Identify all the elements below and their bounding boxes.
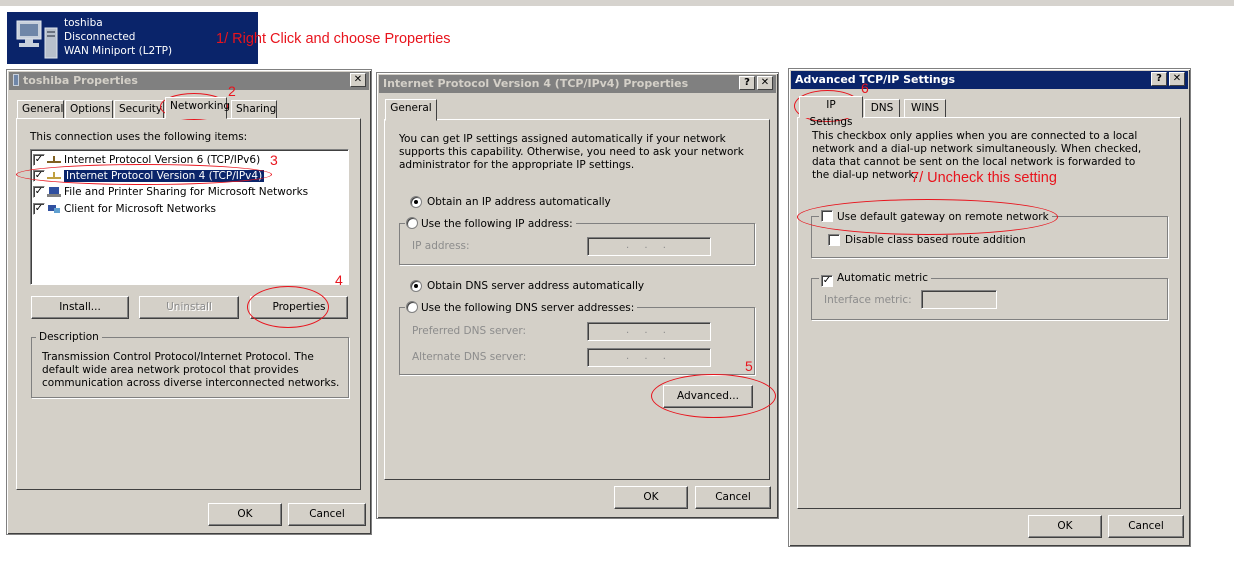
window-title: Internet Protocol Version 4 (TCP/IPv4) P… [383, 77, 689, 90]
use-dns-legend: Use the following DNS server addresses: [405, 301, 638, 315]
ip-address-label: IP address: [412, 240, 470, 252]
protocol-icon [47, 156, 61, 163]
advanced-tcpip-window: Advanced TCP/IP Settings ? ✕ IP Settings… [788, 68, 1191, 547]
window-title: Advanced TCP/IP Settings [795, 73, 956, 86]
list-item-file-printer-sharing[interactable]: ✓ File and Printer Sharing for Microsoft … [33, 184, 308, 200]
cancel-button[interactable]: Cancel [1108, 515, 1184, 538]
automatic-metric-checkbox[interactable]: ✓ [821, 275, 833, 287]
service-icon [47, 187, 61, 197]
connection-name: toshiba [64, 17, 103, 29]
file-sharing-checkbox[interactable]: ✓ [33, 186, 45, 198]
annotation-step-7: 7/ Uncheck this setting [911, 170, 1057, 186]
install-button[interactable]: Install... [31, 296, 129, 319]
help-button[interactable]: ? [1151, 72, 1167, 86]
use-ip-radio[interactable] [406, 217, 418, 229]
alternate-dns-field: . . . [587, 348, 711, 367]
tab-ip-settings[interactable]: IP Settings [799, 96, 863, 128]
obtain-ip-radio[interactable] [410, 196, 422, 208]
use-ip-label: Use the following IP address: [421, 218, 573, 230]
preferred-dns-field: . . . [587, 322, 711, 341]
close-button[interactable]: ✕ [757, 76, 773, 90]
obtain-dns-label: Obtain DNS server address automatically [427, 280, 645, 292]
network-icon [13, 74, 19, 86]
annotation-step-4: 4 [335, 272, 343, 288]
tab-general[interactable]: General [385, 99, 437, 121]
preferred-dns-label: Preferred DNS server: [412, 325, 527, 337]
connection-device: WAN Miniport (L2TP) [64, 45, 173, 57]
highlight-ipv4-item [16, 164, 272, 185]
alternate-dns-label: Alternate DNS server: [412, 351, 527, 363]
ip-address-field: . . . [587, 237, 711, 256]
ok-button[interactable]: OK [1028, 515, 1102, 538]
client-checkbox[interactable]: ✓ [33, 203, 45, 215]
annotation-step-2: 2 [228, 83, 236, 99]
title-bar: Advanced TCP/IP Settings [791, 71, 1188, 89]
use-dns-radio[interactable] [406, 301, 418, 313]
use-dns-label: Use the following DNS server addresses: [421, 302, 635, 314]
cancel-button[interactable]: Cancel [695, 486, 771, 509]
top-strip [0, 0, 1234, 6]
client-icon [48, 205, 60, 213]
description-title: Description [36, 331, 102, 344]
obtain-dns-radio[interactable] [410, 280, 422, 292]
connection-status: Disconnected [64, 31, 136, 43]
tab-networking[interactable]: Networking [165, 97, 230, 119]
help-button[interactable]: ? [739, 76, 755, 90]
ipv4-properties-window: Internet Protocol Version 4 (TCP/IPv4) P… [376, 72, 779, 519]
title-bar: toshiba Properties [9, 72, 369, 90]
close-button[interactable]: ✕ [350, 73, 366, 87]
highlight-properties-button [247, 286, 329, 328]
interface-metric-field [921, 290, 997, 309]
description-text: Transmission Control Protocol/Internet P… [42, 351, 340, 389]
ok-button[interactable]: OK [208, 503, 282, 526]
tab-general[interactable]: General [17, 100, 64, 119]
ipv6-checkbox[interactable]: ✓ [33, 154, 45, 166]
automatic-metric-label: Automatic metric [837, 272, 928, 284]
computer-network-icon [16, 20, 58, 59]
interface-metric-label: Interface metric: [824, 294, 912, 306]
window-title: toshiba Properties [23, 74, 138, 87]
highlight-default-gateway [797, 199, 1058, 235]
general-panel [384, 119, 770, 480]
metric-legend: ✓ Automatic metric [819, 272, 931, 287]
tab-security[interactable]: Security [114, 100, 164, 119]
annotation-step-6: 6 [861, 80, 869, 96]
disable-class-route-checkbox[interactable] [828, 234, 840, 246]
tab-dns[interactable]: DNS [864, 99, 900, 118]
obtain-ip-label: Obtain an IP address automatically [427, 196, 611, 208]
cancel-button[interactable]: Cancel [288, 503, 366, 526]
highlight-advanced-button [651, 374, 776, 418]
annotation-step-5: 5 [745, 358, 753, 374]
title-bar: Internet Protocol Version 4 (TCP/IPv4) P… [379, 75, 776, 93]
list-item-client[interactable]: ✓ Client for Microsoft Networks [33, 201, 216, 217]
ok-button[interactable]: OK [614, 486, 688, 509]
uninstall-button: Uninstall [139, 296, 239, 319]
close-button[interactable]: ✕ [1169, 72, 1185, 86]
intro-text: You can get IP settings assigned automat… [399, 133, 744, 171]
items-label: This connection uses the following items… [30, 131, 248, 143]
tab-sharing[interactable]: Sharing [231, 100, 277, 119]
use-ip-legend: Use the following IP address: [405, 217, 576, 231]
disable-class-route-label: Disable class based route addition [845, 234, 1026, 246]
annotation-step-3: 3 [270, 152, 278, 168]
tab-wins[interactable]: WINS [904, 99, 946, 118]
annotation-step-1: 1/ Right Click and choose Properties [216, 31, 451, 47]
tab-options[interactable]: Options [65, 100, 113, 119]
